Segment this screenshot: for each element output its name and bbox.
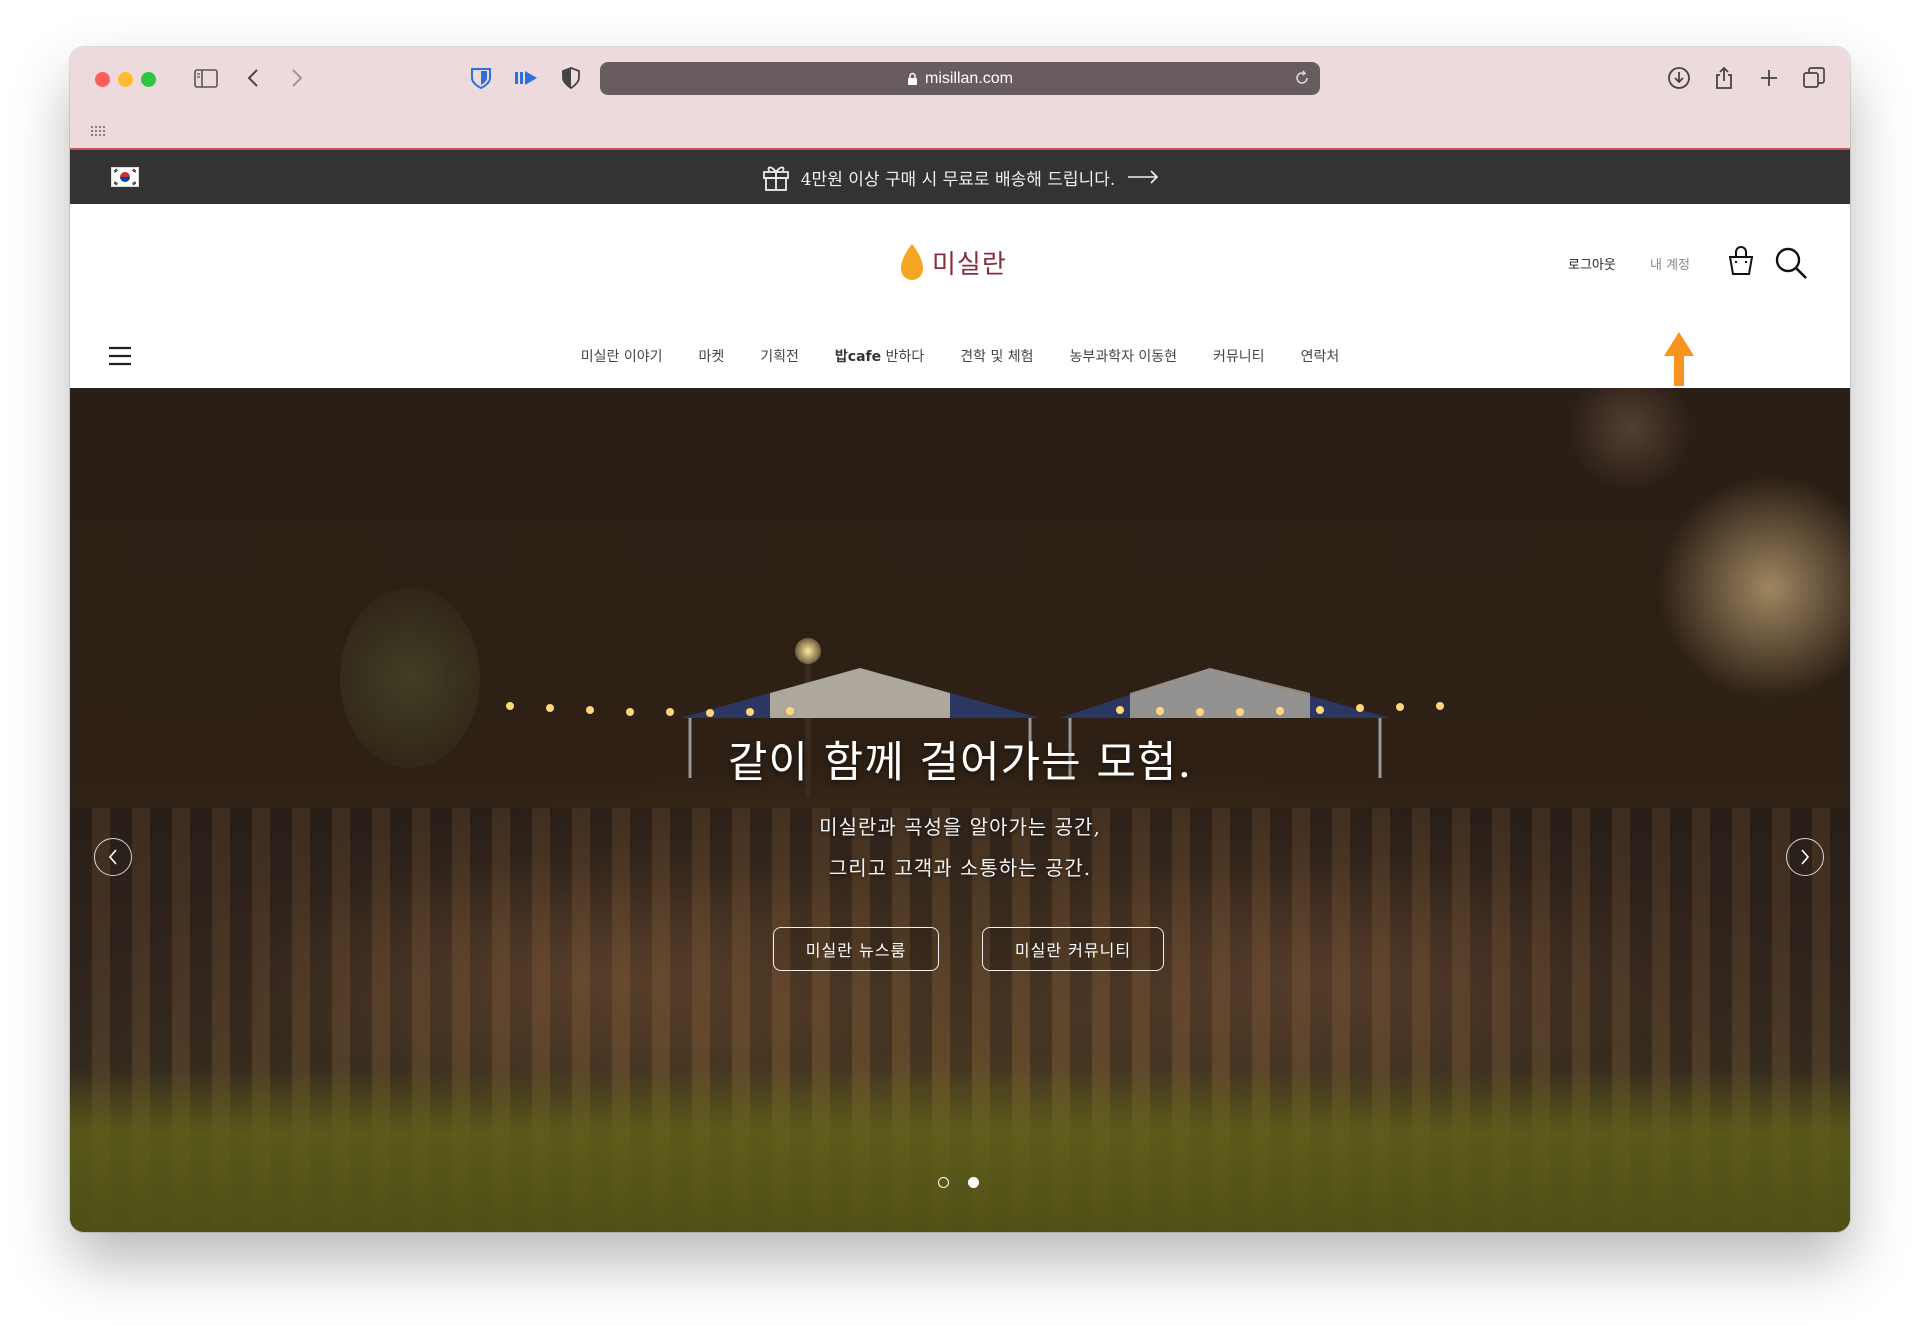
new-tab-icon[interactable] [1758, 63, 1780, 93]
newsroom-button[interactable]: 미실란 뉴스룸 [773, 927, 939, 971]
minimize-window-button[interactable] [118, 72, 133, 87]
korea-flag-icon[interactable] [111, 167, 139, 187]
back-icon[interactable] [242, 63, 264, 93]
shipping-promo-bar: 4만원 이상 구매 시 무료로 배송해 드립니다. [70, 150, 1850, 204]
reload-icon[interactable] [1294, 70, 1310, 86]
browser-window: misillan.com 4만원 이상 구매 시 무료로 배송해 드립니다. 미… [70, 47, 1850, 1232]
hero-slider: 같이 함께 걸어가는 모험. 미실란과 곡성을 알아가는 공간, 그리고 고객과… [70, 388, 1850, 1232]
nav-item-market[interactable]: 마켓 [681, 346, 743, 366]
nav-item-contact[interactable]: 연락처 [1283, 346, 1358, 366]
privacy-shield-icon[interactable] [560, 63, 582, 93]
hero-title: 같이 함께 걸어가는 모험. [727, 738, 1193, 788]
apps-grid-icon[interactable] [90, 125, 106, 137]
rice-drop-icon [901, 244, 923, 280]
site-logo[interactable]: 미실란 [900, 242, 1007, 282]
hero-subtitle-line2: 그리고 고객과 소통하는 공간. [828, 856, 1092, 880]
chevron-left-icon [108, 849, 117, 865]
share-icon[interactable] [1712, 63, 1736, 93]
nav-item-bab-cafe-label: 반하다 [881, 349, 925, 365]
community-button[interactable]: 미실란 커뮤니티 [982, 927, 1164, 971]
hero-photo-string-lights [506, 702, 1444, 717]
arrow-right-icon[interactable] [1127, 170, 1159, 184]
forward-icon[interactable] [286, 63, 308, 93]
prev-slide-button[interactable] [94, 838, 132, 876]
shopping-bag-icon[interactable] [1725, 244, 1757, 280]
lock-icon [907, 72, 918, 86]
zoom-window-button[interactable] [141, 72, 156, 87]
tabs-overview-icon[interactable] [1802, 63, 1826, 93]
close-window-button[interactable] [95, 72, 110, 87]
url-text: misillan.com [924, 69, 1013, 87]
nav-items: 미실란 이야기 마켓 기획전 밥cafe 반하다 견학 및 체험 농부과학자 이… [70, 324, 1850, 388]
slide-dot-1[interactable] [938, 1177, 949, 1188]
nav-item-misillan-story[interactable]: 미실란 이야기 [563, 346, 681, 366]
nav-item-bab-cafe[interactable]: 밥cafe 반하다 [817, 346, 942, 366]
sidebar-icon[interactable] [192, 63, 220, 93]
nav-item-farmer-scientist[interactable]: 농부과학자 이동현 [1052, 346, 1196, 366]
download-icon[interactable] [1666, 63, 1692, 93]
chevron-right-icon [1801, 849, 1810, 865]
hero-photo-grass [70, 1068, 1850, 1232]
address-bar[interactable]: misillan.com [600, 62, 1320, 95]
my-account-link[interactable]: 내 계정 [1650, 254, 1690, 273]
nav-item-exhibition[interactable]: 기획전 [742, 346, 817, 366]
extension-play-icon[interactable] [512, 63, 540, 93]
search-icon[interactable] [1774, 246, 1808, 284]
nav-item-bab-cafe-bold: 밥cafe [834, 349, 882, 365]
next-slide-button[interactable] [1786, 838, 1824, 876]
hero-subtitle-line1: 미실란과 곡성을 알아가는 공간, [819, 815, 1101, 839]
promo-text[interactable]: 4만원 이상 구매 시 무료로 배송해 드립니다. [801, 165, 1116, 190]
main-navigation: 미실란 이야기 마켓 기획전 밥cafe 반하다 견학 및 체험 농부과학자 이… [70, 324, 1850, 389]
slide-dot-2[interactable] [968, 1177, 979, 1188]
bitwarden-icon[interactable] [468, 63, 494, 93]
browser-toolbar: misillan.com [70, 47, 1850, 150]
logo-text: 미실란 [932, 249, 1007, 280]
nav-item-tour[interactable]: 견학 및 체험 [942, 346, 1051, 366]
gift-icon [761, 163, 791, 191]
site-header: 미실란 로그아웃 내 계정 [70, 204, 1850, 325]
logout-link[interactable]: 로그아웃 [1568, 254, 1616, 273]
annotation-arrow-icon [1664, 332, 1694, 386]
nav-item-community[interactable]: 커뮤니티 [1195, 346, 1283, 366]
